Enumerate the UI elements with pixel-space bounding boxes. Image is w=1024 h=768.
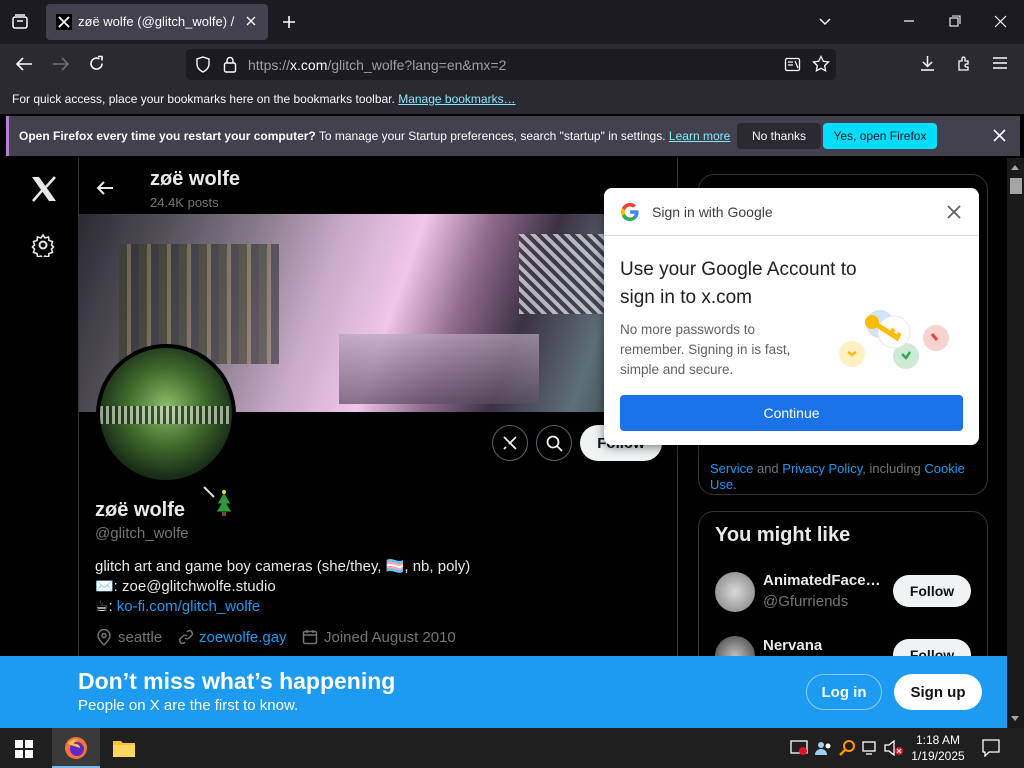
reader-view-icon[interactable]: [784, 56, 801, 73]
browser-tab[interactable]: zøë wolfe (@glitch_wolfe) / X: [46, 4, 268, 40]
login-button[interactable]: Log in: [806, 674, 882, 710]
suggestion-avatar[interactable]: [715, 572, 755, 612]
you-might-like-title: You might like: [715, 524, 851, 546]
grok-button[interactable]: [492, 425, 528, 461]
google-logo-icon: [620, 202, 640, 222]
url-text[interactable]: https://x.com/glitch_wolfe?lang=en&mx=2: [248, 57, 506, 73]
profile-name: zøë wolfe: [95, 499, 186, 521]
scroll-up-icon[interactable]: [1010, 163, 1020, 171]
forward-icon[interactable]: [52, 56, 70, 72]
tab-bar: zøë wolfe (@glitch_wolfe) / X: [0, 0, 1024, 44]
signup-button[interactable]: Sign up: [894, 674, 982, 710]
people-tray-icon[interactable]: [814, 739, 832, 757]
clock-time: 1:18 AM: [915, 733, 961, 747]
passkey-illustration-icon: [832, 296, 954, 376]
file-explorer-icon[interactable]: [112, 738, 136, 758]
search-key-tray-icon[interactable]: [838, 739, 856, 757]
startup-notification: Open Firefox every time you restart your…: [6, 116, 1020, 156]
location-icon: [96, 629, 112, 646]
christmas-tree-cursor-icon: [203, 486, 237, 518]
back-icon[interactable]: [15, 56, 33, 72]
bookmarks-toolbar: For quick access, place your bookmarks h…: [0, 84, 1024, 114]
manage-bookmarks-link[interactable]: Manage bookmarks…: [398, 92, 515, 106]
bookmark-star-icon[interactable]: [812, 55, 830, 73]
banner-subline: People on X are the first to know.: [78, 697, 299, 714]
notification-center-icon[interactable]: [982, 739, 1000, 757]
page-scrollbar[interactable]: [1007, 158, 1024, 728]
notification-text: To manage your Startup preferences, sear…: [315, 129, 666, 143]
close-popup-icon[interactable]: [947, 205, 961, 219]
security-tray-icon[interactable]: [790, 740, 808, 756]
privacy-policy-link[interactable]: Privacy Policy: [782, 461, 862, 476]
close-tab-icon[interactable]: [244, 14, 258, 28]
tab-list-icon[interactable]: [11, 13, 29, 31]
new-tab-icon[interactable]: [281, 14, 297, 30]
back-arrow-icon[interactable]: [96, 180, 114, 196]
learn-more-link[interactable]: Learn more: [669, 129, 730, 143]
search-profile-button[interactable]: [536, 425, 572, 461]
close-notification-icon[interactable]: [993, 129, 1006, 142]
reload-icon[interactable]: [88, 55, 105, 72]
yes-open-firefox-button[interactable]: Yes, open Firefox: [823, 123, 937, 149]
suggestion-follow-button[interactable]: Follow: [893, 575, 971, 607]
firefox-icon: [64, 736, 88, 760]
google-signin-popup: Sign in with Google Use your Google Acco…: [604, 188, 979, 445]
close-window-icon[interactable]: [994, 15, 1007, 28]
notification-title: Open Firefox every time you restart your…: [19, 129, 316, 143]
scroll-down-icon[interactable]: [1010, 715, 1020, 723]
profile-location: seattle: [118, 629, 163, 646]
x-logo-icon[interactable]: [30, 176, 58, 202]
firefox-taskbar-item[interactable]: [52, 728, 100, 768]
windows-start-icon[interactable]: [15, 740, 33, 758]
windows-taskbar: 1:18 AM 1/19/2025: [0, 728, 1024, 768]
search-icon: [546, 435, 563, 452]
clock-date: 1/19/2025: [911, 749, 965, 763]
network-tray-icon[interactable]: [862, 740, 880, 756]
signup-prompt-banner: Don’t miss what’s happening People on X …: [0, 656, 1007, 728]
tab-title: zøë wolfe (@glitch_wolfe) / X: [78, 14, 238, 29]
settings-gear-icon[interactable]: [31, 233, 55, 257]
bio-line-3: ☕: ko-fi.com/glitch_wolfe: [95, 597, 260, 615]
extensions-icon[interactable]: [956, 55, 973, 72]
bio-line-2: ✉️: zoe@glitchwolfe.studio: [95, 577, 276, 595]
bio-line-1: glitch art and game boy cameras (she/the…: [95, 558, 471, 575]
terms-of-service-link[interactable]: Service: [710, 461, 753, 476]
header-post-count: 24.4K posts: [150, 195, 219, 210]
url-bar[interactable]: https://x.com/glitch_wolfe?lang=en&mx=2: [186, 49, 836, 80]
terms-text: Service and Privacy Policy, including Co…: [710, 461, 965, 492]
download-icon[interactable]: [919, 55, 936, 72]
lock-icon[interactable]: [223, 56, 237, 73]
link-icon: [178, 629, 194, 645]
header-profile-name: zøë wolfe: [150, 168, 241, 190]
profile-avatar[interactable]: [96, 344, 236, 484]
shield-icon[interactable]: [195, 56, 211, 73]
taskbar-clock[interactable]: 1:18 AM 1/19/2025: [904, 732, 972, 764]
bookmarks-hint: For quick access, place your bookmarks h…: [12, 92, 395, 106]
chevron-down-icon[interactable]: [818, 15, 832, 29]
banner-headline: Don’t miss what’s happening: [78, 668, 396, 694]
google-popup-description: No more passwords to remember. Signing i…: [620, 322, 791, 377]
kofi-link[interactable]: ko-fi.com/glitch_wolfe: [117, 598, 260, 615]
profile-joined-date: Joined August 2010: [324, 629, 456, 646]
grok-icon: [503, 436, 517, 450]
restore-icon[interactable]: [949, 15, 961, 27]
suggestion-name[interactable]: AnimatedFace…: [763, 572, 881, 589]
profile-handle: @glitch_wolfe: [95, 525, 189, 542]
profile-website-link[interactable]: zoewolfe.gay: [199, 629, 287, 646]
suggestion-handle: @Gfurriends: [763, 593, 849, 610]
calendar-icon: [302, 629, 318, 645]
no-thanks-button[interactable]: No thanks: [737, 123, 821, 149]
google-popup-header: Sign in with Google: [604, 188, 979, 236]
google-continue-button[interactable]: Continue: [620, 395, 963, 431]
menu-icon[interactable]: [992, 56, 1008, 70]
google-popup-title: Sign in with Google: [652, 204, 773, 220]
volume-muted-icon[interactable]: [884, 740, 904, 756]
scrollbar-thumb[interactable]: [1010, 178, 1022, 194]
bio-email: zoe@glitchwolfe.studio: [122, 578, 276, 595]
x-favicon-icon: [56, 14, 72, 30]
coffee-emoji: ☕:: [95, 598, 117, 615]
minimize-icon[interactable]: [903, 15, 915, 27]
envelope-emoji: ✉️:: [95, 578, 123, 595]
suggestion-name[interactable]: Nervana: [763, 637, 822, 654]
